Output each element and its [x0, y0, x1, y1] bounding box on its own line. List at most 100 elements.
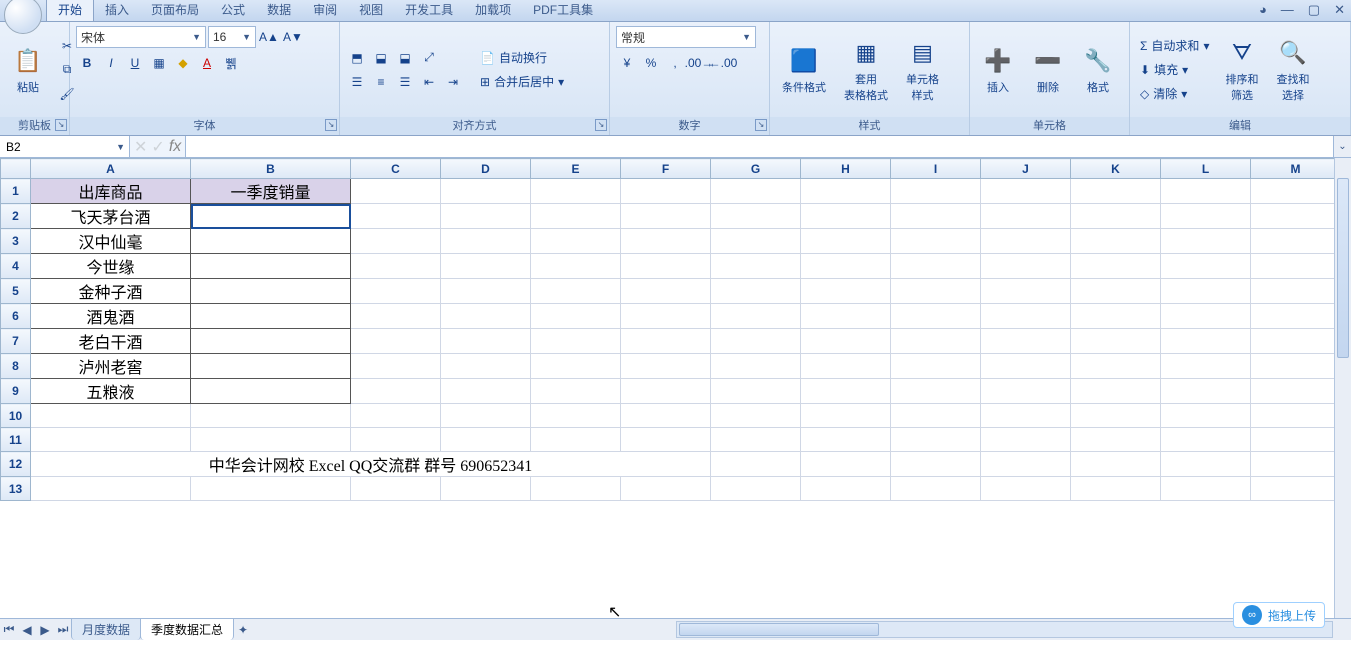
cell-A5[interactable]: 金种子酒	[31, 279, 191, 304]
cell-B1[interactable]: 一季度销量	[191, 179, 351, 204]
cell-B5[interactable]	[191, 279, 351, 304]
insert-cells-button[interactable]: ➕插入	[976, 43, 1020, 97]
tab-formulas[interactable]: 公式	[210, 0, 256, 21]
cell-A4[interactable]: 今世缘	[31, 254, 191, 279]
row-header-10[interactable]: 10	[1, 404, 31, 428]
cell-A3[interactable]: 汉中仙毫	[31, 229, 191, 254]
row-header-7[interactable]: 7	[1, 329, 31, 354]
col-header-D[interactable]: D	[441, 159, 531, 179]
close-icon[interactable]: ✕	[1334, 2, 1345, 18]
clear-button[interactable]: ◇ 清除 ▾	[1136, 83, 1213, 105]
percent-button[interactable]: %	[640, 52, 662, 74]
tab-view[interactable]: 视图	[348, 0, 394, 21]
tab-dev[interactable]: 开发工具	[394, 0, 464, 21]
select-all-corner[interactable]	[1, 159, 31, 179]
cell-C1[interactable]	[351, 179, 441, 204]
fill-button[interactable]: ⬇ 填充 ▾	[1136, 59, 1213, 81]
indent-inc-button[interactable]: ⇥	[442, 71, 464, 93]
bold-button[interactable]: B	[76, 52, 98, 74]
sheet-nav-first[interactable]: ⏮	[0, 621, 18, 639]
delete-cells-button[interactable]: ➖删除	[1026, 43, 1070, 97]
cell-B7[interactable]	[191, 329, 351, 354]
row-header-2[interactable]: 2	[1, 204, 31, 229]
help-icon[interactable]: ◕	[1259, 2, 1267, 18]
cell-A2[interactable]: 飞天茅台酒	[31, 204, 191, 229]
row-header-1[interactable]: 1	[1, 179, 31, 204]
wrap-text-button[interactable]: 📄自动换行	[476, 47, 568, 69]
tab-addin[interactable]: 加载项	[464, 0, 522, 21]
align-left-button[interactable]: ☰	[346, 71, 368, 93]
fill-color-button[interactable]: ◆	[172, 52, 194, 74]
cell-A6[interactable]: 酒鬼酒	[31, 304, 191, 329]
phonetic-button[interactable]: 쀍	[220, 52, 242, 74]
conditional-format-button[interactable]: 🟦条件格式	[776, 43, 832, 97]
col-header-C[interactable]: C	[351, 159, 441, 179]
orientation-button[interactable]: ⤢	[418, 47, 440, 69]
formula-input[interactable]	[186, 136, 1333, 157]
col-header-F[interactable]: F	[621, 159, 711, 179]
align-bottom-button[interactable]: ⬓	[394, 47, 416, 69]
horizontal-scroll-thumb[interactable]	[679, 623, 879, 636]
upload-widget[interactable]: ∞ 拖拽上传	[1233, 602, 1325, 628]
row-header-4[interactable]: 4	[1, 254, 31, 279]
align-center-button[interactable]: ≡	[370, 71, 392, 93]
name-box[interactable]: B2▼	[0, 136, 130, 157]
cell-B3[interactable]	[191, 229, 351, 254]
col-header-E[interactable]: E	[531, 159, 621, 179]
row-header-13[interactable]: 13	[1, 477, 31, 501]
grow-font-button[interactable]: A▲	[258, 26, 280, 48]
row-header-8[interactable]: 8	[1, 354, 31, 379]
number-dialog-launcher[interactable]: ↘	[755, 119, 767, 131]
paste-button[interactable]: 📋 粘贴	[6, 43, 50, 97]
row-header-6[interactable]: 6	[1, 304, 31, 329]
spreadsheet-grid[interactable]: A B C D E F G H I J K L M 1 出库商品 一季度销量 2…	[0, 158, 1351, 618]
sheet-nav-last[interactable]: ⏭	[54, 621, 72, 639]
cell-B8[interactable]	[191, 354, 351, 379]
col-header-H[interactable]: H	[801, 159, 891, 179]
cell-A1[interactable]: 出库商品	[31, 179, 191, 204]
cell-A7[interactable]: 老白干酒	[31, 329, 191, 354]
cell-A9[interactable]: 五粮液	[31, 379, 191, 404]
fx-icon[interactable]: fx	[169, 138, 181, 156]
align-middle-button[interactable]: ⬓	[370, 47, 392, 69]
sheet-nav-prev[interactable]: ◀	[18, 621, 36, 639]
row-header-5[interactable]: 5	[1, 279, 31, 304]
font-color-button[interactable]: A	[196, 52, 218, 74]
sheet-nav-next[interactable]: ▶	[36, 621, 54, 639]
col-header-B[interactable]: B	[191, 159, 351, 179]
clipboard-dialog-launcher[interactable]: ↘	[55, 119, 67, 131]
font-dialog-launcher[interactable]: ↘	[325, 119, 337, 131]
number-format-combo[interactable]: 常规▼	[616, 26, 756, 48]
col-header-A[interactable]: A	[31, 159, 191, 179]
align-top-button[interactable]: ⬒	[346, 47, 368, 69]
cell-styles-button[interactable]: ▤单元格 样式	[900, 35, 945, 105]
cell-B4[interactable]	[191, 254, 351, 279]
enter-formula-icon[interactable]: ✓	[151, 137, 164, 157]
row-header-9[interactable]: 9	[1, 379, 31, 404]
format-as-table-button[interactable]: ▦套用 表格格式	[838, 35, 894, 105]
cancel-formula-icon[interactable]: ✕	[134, 137, 147, 157]
new-sheet-button[interactable]: ✦	[234, 621, 252, 639]
tab-insert[interactable]: 插入	[94, 0, 140, 21]
tab-review[interactable]: 审阅	[302, 0, 348, 21]
cell-B6[interactable]	[191, 304, 351, 329]
inc-decimal-button[interactable]: .00→	[688, 52, 710, 74]
tab-home[interactable]: 开始	[46, 0, 94, 21]
expand-formula-bar-button[interactable]: ⌄	[1333, 136, 1351, 157]
minimize-icon[interactable]: —	[1281, 2, 1294, 18]
align-right-button[interactable]: ☰	[394, 71, 416, 93]
restore-icon[interactable]: ▢	[1308, 2, 1320, 18]
col-header-L[interactable]: L	[1161, 159, 1251, 179]
col-header-G[interactable]: G	[711, 159, 801, 179]
col-header-I[interactable]: I	[891, 159, 981, 179]
merge-center-button[interactable]: ⊞合并后居中 ▾	[476, 71, 568, 93]
col-header-J[interactable]: J	[981, 159, 1071, 179]
col-header-K[interactable]: K	[1071, 159, 1161, 179]
sort-filter-button[interactable]: ᗊ排序和 筛选	[1219, 35, 1264, 105]
vertical-scroll-thumb[interactable]	[1337, 178, 1349, 358]
row-header-12[interactable]: 12	[1, 452, 31, 477]
row-header-11[interactable]: 11	[1, 428, 31, 452]
cell-A8[interactable]: 泸州老窖	[31, 354, 191, 379]
tab-layout[interactable]: 页面布局	[140, 0, 210, 21]
italic-button[interactable]: I	[100, 52, 122, 74]
